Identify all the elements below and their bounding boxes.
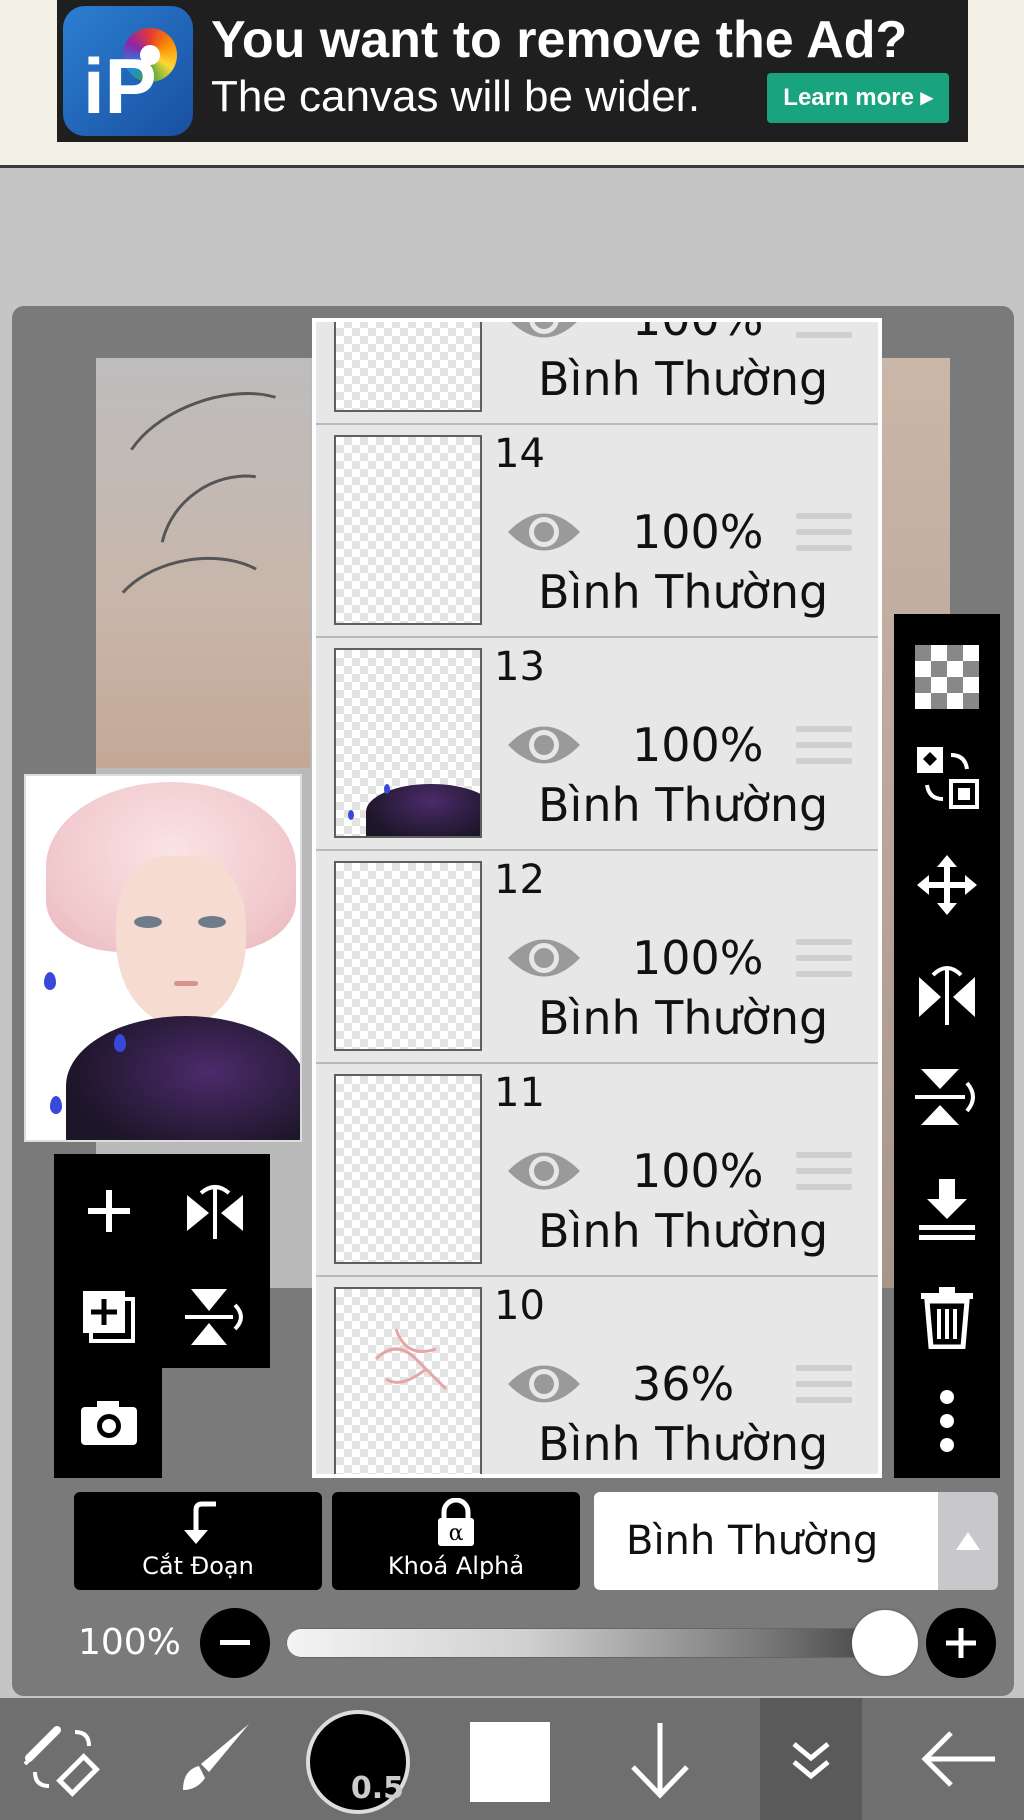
layer-number: 14 (494, 431, 545, 477)
more-vertical-icon[interactable] (912, 1386, 982, 1456)
svg-text:α: α (449, 1521, 464, 1546)
minus-icon[interactable] (200, 1608, 270, 1678)
layer-opacity: 100% (632, 1144, 764, 1198)
plus-icon[interactable] (64, 1166, 154, 1256)
eye-icon[interactable] (506, 1357, 582, 1411)
layer-row[interactable]: 15 100% Bình Thường (316, 318, 878, 425)
alpha-lock-label: Khoá Alphả (387, 1552, 525, 1580)
layer-thumbnail[interactable] (334, 861, 482, 1051)
layer-thumbnail[interactable] (334, 435, 482, 625)
drag-handle-icon[interactable] (796, 726, 852, 772)
eye-icon[interactable] (506, 322, 582, 346)
layer-opacity: 100% (632, 505, 764, 559)
layer-row[interactable]: 10 36% Bình Thường (316, 1277, 878, 1474)
layer-blend-mode: Bình Thường (538, 352, 829, 406)
bottom-toolbar: 0.5 (0, 1698, 1024, 1820)
layer-blend-mode: Bình Thường (538, 1417, 829, 1471)
layer-opacity: 100% (632, 718, 764, 772)
brush-size-indicator[interactable]: 0.5 (306, 1710, 410, 1814)
camera-icon[interactable] (64, 1378, 154, 1468)
drag-handle-icon[interactable] (796, 939, 852, 985)
chevron-up-icon[interactable] (938, 1492, 998, 1590)
eye-icon[interactable] (506, 1144, 582, 1198)
drag-handle-icon[interactable] (796, 1152, 852, 1198)
brush-eraser-toggle-icon[interactable] (14, 1698, 114, 1820)
layer-blend-mode: Bình Thường (538, 991, 829, 1045)
move-icon[interactable] (912, 850, 982, 920)
layer-thumbnail[interactable] (334, 1287, 482, 1474)
layer-opacity: 100% (632, 931, 764, 985)
layer-thumbnail[interactable] (334, 1074, 482, 1264)
ad-banner[interactable]: iP You want to remove the Ad? The canvas… (57, 0, 968, 142)
right-tool-panel (894, 614, 1000, 1478)
layer-row[interactable]: 12 100% Bình Thường (316, 851, 878, 1064)
layer-opacity: 36% (632, 1357, 735, 1411)
eye-icon[interactable] (506, 931, 582, 985)
flip-vertical-icon[interactable] (170, 1272, 260, 1362)
flip-horizontal-icon[interactable] (170, 1166, 260, 1256)
layers-panel[interactable]: 15 100% Bình Thường 14 100% Bình Thường (312, 318, 882, 1478)
trash-icon[interactable] (912, 1282, 982, 1352)
layer-number: 12 (494, 857, 545, 903)
layer-thumbnail[interactable] (334, 322, 482, 412)
layer-thumbnail[interactable] (334, 648, 482, 838)
alpha-lock-button[interactable]: α Khoá Alphả (332, 1492, 580, 1590)
canvas-preview-thumbnail[interactable] (24, 774, 302, 1142)
opacity-value: 100% (78, 1622, 181, 1663)
layer-row[interactable]: 11 100% Bình Thường (316, 1064, 878, 1277)
left-tool-panel (54, 1154, 270, 1368)
left-tool-panel-ext (54, 1368, 162, 1478)
opacity-slider-knob[interactable] (852, 1610, 918, 1676)
layer-number: 11 (494, 1070, 545, 1116)
transparency-icon[interactable] (912, 642, 982, 712)
layer-opacity: 100% (632, 318, 764, 346)
layer-number: 13 (494, 644, 545, 690)
layer-row[interactable]: 13 100% Bình Thường (316, 638, 878, 851)
ibispaint-logo-icon: iP (63, 6, 193, 136)
back-arrow-icon[interactable] (904, 1698, 1014, 1820)
swap-icon[interactable] (912, 742, 982, 812)
layers-icon[interactable] (760, 1698, 862, 1820)
flip-vertical-icon[interactable] (912, 1062, 982, 1132)
drag-handle-icon[interactable] (796, 322, 852, 346)
brush-size-value: 0.5 (350, 1771, 404, 1806)
merge-down-icon[interactable] (912, 1174, 982, 1244)
brush-icon[interactable] (164, 1698, 264, 1820)
add-layer-icon[interactable] (64, 1272, 154, 1362)
eye-icon[interactable] (506, 718, 582, 772)
layer-blend-mode: Bình Thường (538, 565, 829, 619)
ad-title: You want to remove the Ad? (211, 11, 908, 69)
arrow-down-icon[interactable] (610, 1698, 710, 1820)
eye-icon[interactable] (506, 505, 582, 559)
layer-row[interactable]: 14 100% Bình Thường (316, 425, 878, 638)
clipping-button[interactable]: Cắt Đoạn (74, 1492, 322, 1590)
color-swatch[interactable] (470, 1722, 550, 1802)
layer-blend-mode: Bình Thường (538, 778, 829, 832)
opacity-slider[interactable] (286, 1628, 886, 1658)
clipping-label: Cắt Đoạn (142, 1552, 254, 1580)
drag-handle-icon[interactable] (796, 1365, 852, 1411)
flip-horizontal-icon[interactable] (912, 958, 982, 1028)
drag-handle-icon[interactable] (796, 513, 852, 559)
learn-more-button[interactable]: Learn more ▸ (767, 73, 949, 123)
blend-mode-select[interactable]: Bình Thường (594, 1492, 938, 1590)
layer-blend-mode: Bình Thường (538, 1204, 829, 1258)
canvas-artwork (96, 358, 342, 768)
ad-subtitle: The canvas will be wider. (211, 72, 701, 121)
layer-number: 10 (494, 1283, 545, 1329)
plus-icon[interactable] (926, 1608, 996, 1678)
